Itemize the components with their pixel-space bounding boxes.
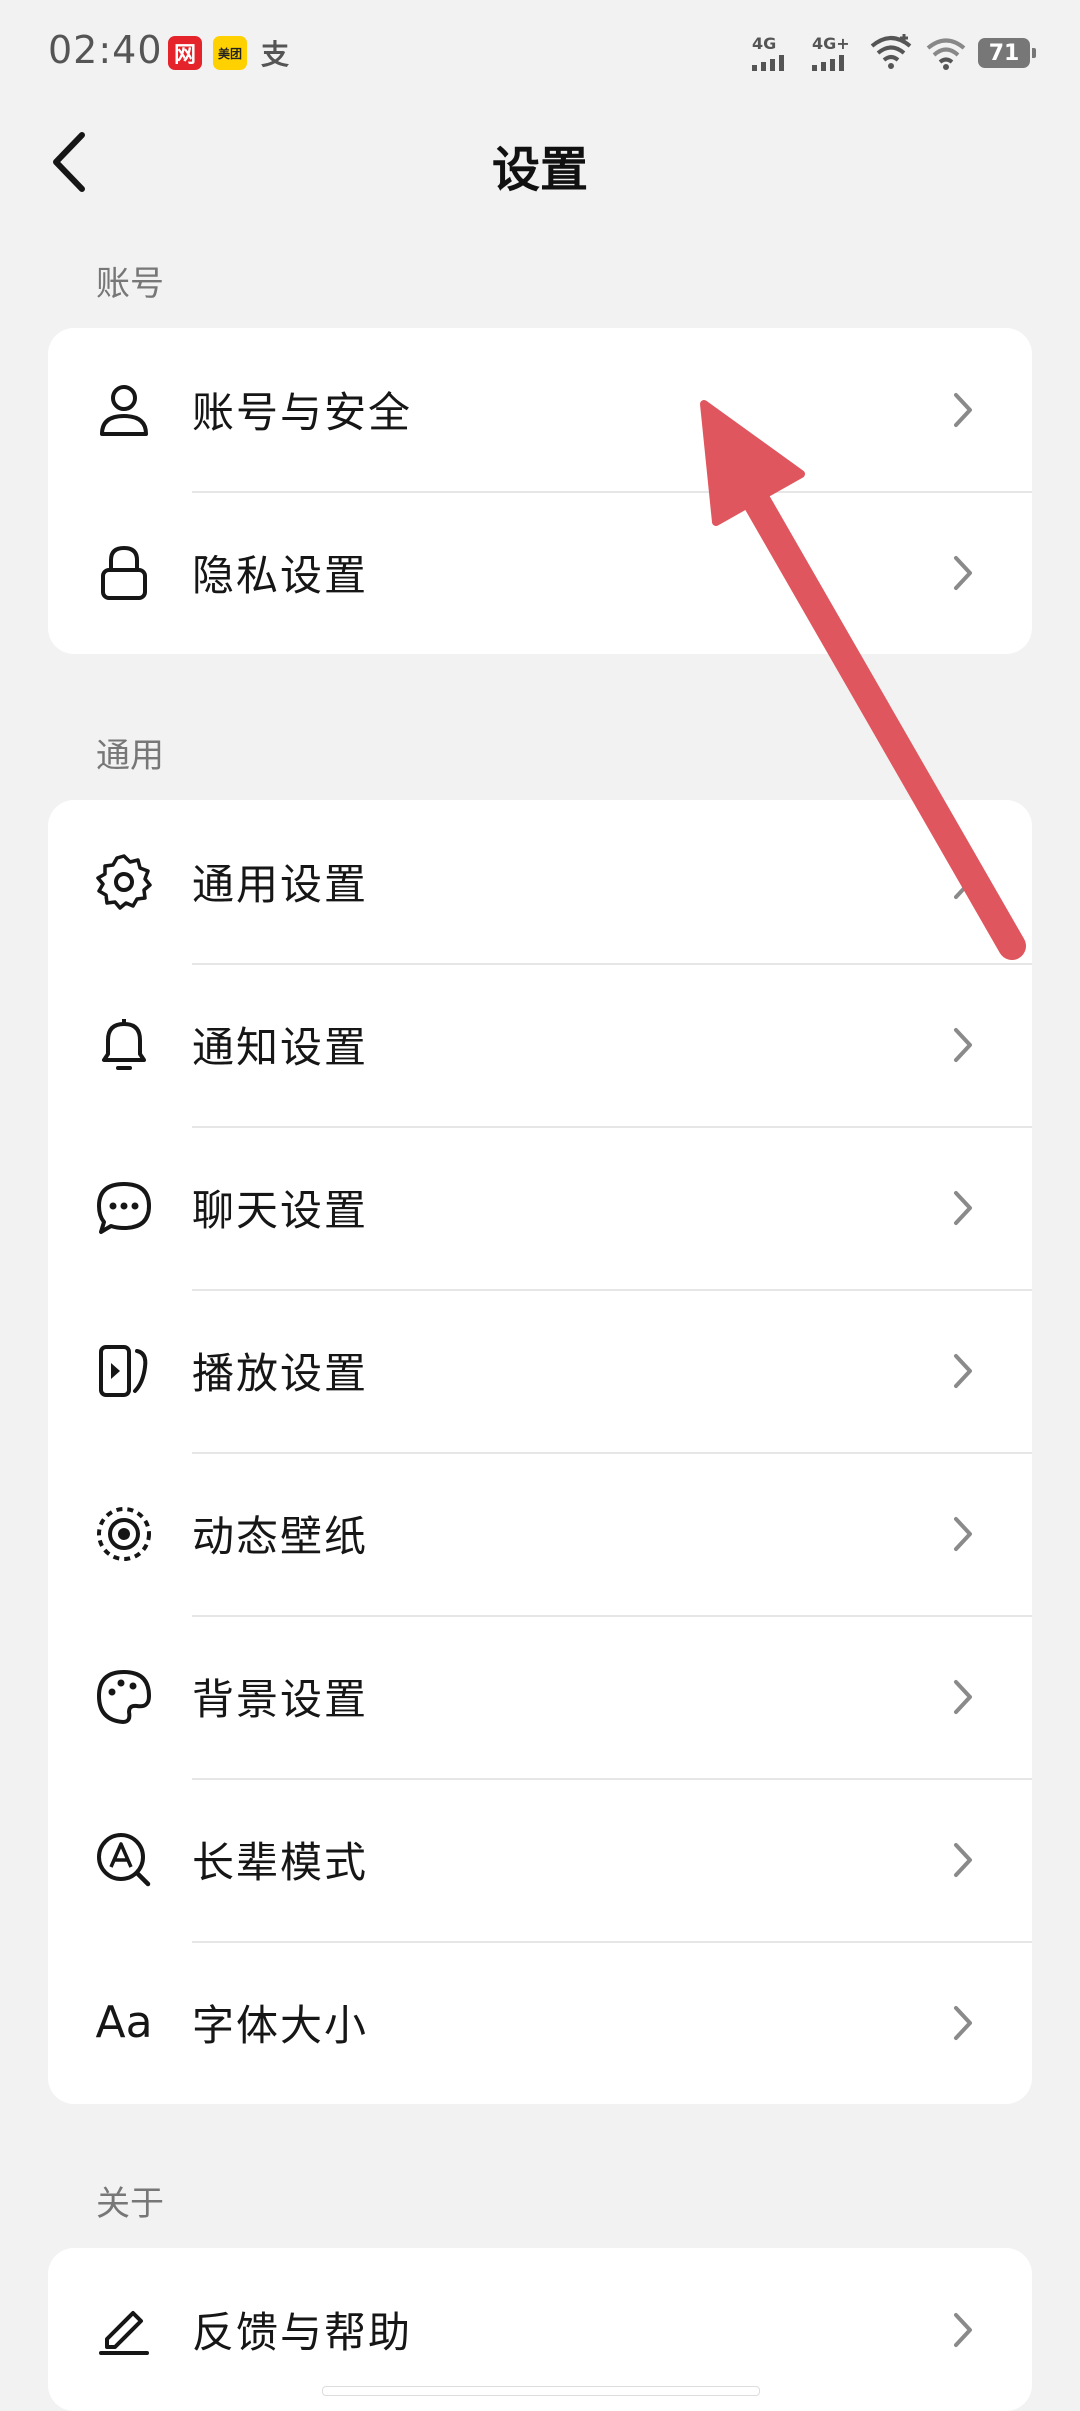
- settings-item-chat[interactable]: 聊天设置: [48, 1126, 1032, 1289]
- netease-music-icon: 网: [168, 36, 202, 70]
- settings-item-general[interactable]: 通用设置: [48, 800, 1032, 963]
- chevron-right-icon: [948, 553, 978, 593]
- person-icon: [94, 380, 154, 440]
- chevron-right-icon: [948, 1188, 978, 1228]
- wifi-icon: [870, 34, 912, 69]
- chevron-right-icon: [948, 1677, 978, 1717]
- bell-icon: [94, 1015, 154, 1075]
- home-indicator[interactable]: [322, 2386, 760, 2396]
- lock-icon: [94, 543, 154, 603]
- font-size-icon: Aa: [94, 1993, 154, 2053]
- settings-item-live-wallpaper[interactable]: 动态壁纸: [48, 1452, 1032, 1615]
- alipay-icon: 支: [260, 38, 289, 71]
- settings-item-label: 背景设置: [192, 1675, 369, 1724]
- status-time: 02:40: [48, 28, 163, 72]
- elder-mode-icon: [94, 1830, 154, 1890]
- pencil-icon: [94, 2300, 154, 2360]
- section-label-general: 通用: [96, 736, 164, 776]
- section-label-account: 账号: [96, 264, 164, 304]
- page-title: 设置: [491, 142, 588, 198]
- signal-4g-plus-icon: 4G+: [812, 34, 850, 71]
- settings-item-label: 隐私设置: [192, 551, 369, 600]
- settings-item-account-security[interactable]: 账号与安全: [48, 328, 1032, 491]
- chevron-right-icon: [948, 1351, 978, 1391]
- settings-item-elder-mode[interactable]: 长辈模式: [48, 1778, 1032, 1941]
- status-bar: 02:40 网 美团 支 4G 4G+ 71: [0, 0, 1080, 104]
- signal-4g-plus-label: 4G+: [812, 34, 850, 53]
- account-card: 账号与安全 隐私设置: [48, 328, 1032, 654]
- chat-bubble-icon: [94, 1178, 154, 1238]
- section-label-about: 关于: [96, 2184, 164, 2224]
- signal-4g-icon: 4G: [752, 34, 788, 71]
- settings-item-label: 通用设置: [192, 860, 369, 909]
- settings-item-label: 长辈模式: [192, 1838, 369, 1887]
- chevron-right-icon: [948, 2003, 978, 2043]
- settings-item-font-size[interactable]: Aa 字体大小: [48, 1941, 1032, 2104]
- live-wallpaper-icon: [94, 1504, 154, 1564]
- chevron-right-icon: [948, 1025, 978, 1065]
- settings-item-label: 聊天设置: [192, 1186, 369, 1235]
- signal-4g-label: 4G: [752, 34, 777, 53]
- settings-item-background[interactable]: 背景设置: [48, 1615, 1032, 1778]
- settings-item-label: 动态壁纸: [192, 1512, 369, 1561]
- chevron-right-icon: [948, 1840, 978, 1880]
- general-card: 通用设置 通知设置 聊天设置 播放设置 动态壁纸 背景设置 长辈模式 Aa 字体…: [48, 800, 1032, 2104]
- wifi-secondary-icon: [926, 38, 966, 70]
- battery-indicator: 71: [978, 38, 1036, 68]
- settings-item-label: 账号与安全: [192, 388, 413, 437]
- settings-item-label: 字体大小: [192, 2001, 369, 2050]
- font-size-glyph: Aa: [95, 1997, 153, 2048]
- settings-item-label: 通知设置: [192, 1023, 369, 1072]
- play-screen-icon: [94, 1341, 154, 1401]
- meituan-icon: 美团: [213, 36, 247, 70]
- settings-item-notification[interactable]: 通知设置: [48, 963, 1032, 1126]
- chevron-right-icon: [948, 862, 978, 902]
- chevron-right-icon: [948, 1514, 978, 1554]
- settings-item-privacy[interactable]: 隐私设置: [48, 491, 1032, 654]
- gear-icon: [94, 852, 154, 912]
- settings-item-label: 反馈与帮助: [192, 2308, 413, 2357]
- chevron-right-icon: [948, 390, 978, 430]
- chevron-right-icon: [948, 2310, 978, 2350]
- settings-item-playback[interactable]: 播放设置: [48, 1289, 1032, 1452]
- settings-item-label: 播放设置: [192, 1349, 369, 1398]
- palette-icon: [94, 1667, 154, 1727]
